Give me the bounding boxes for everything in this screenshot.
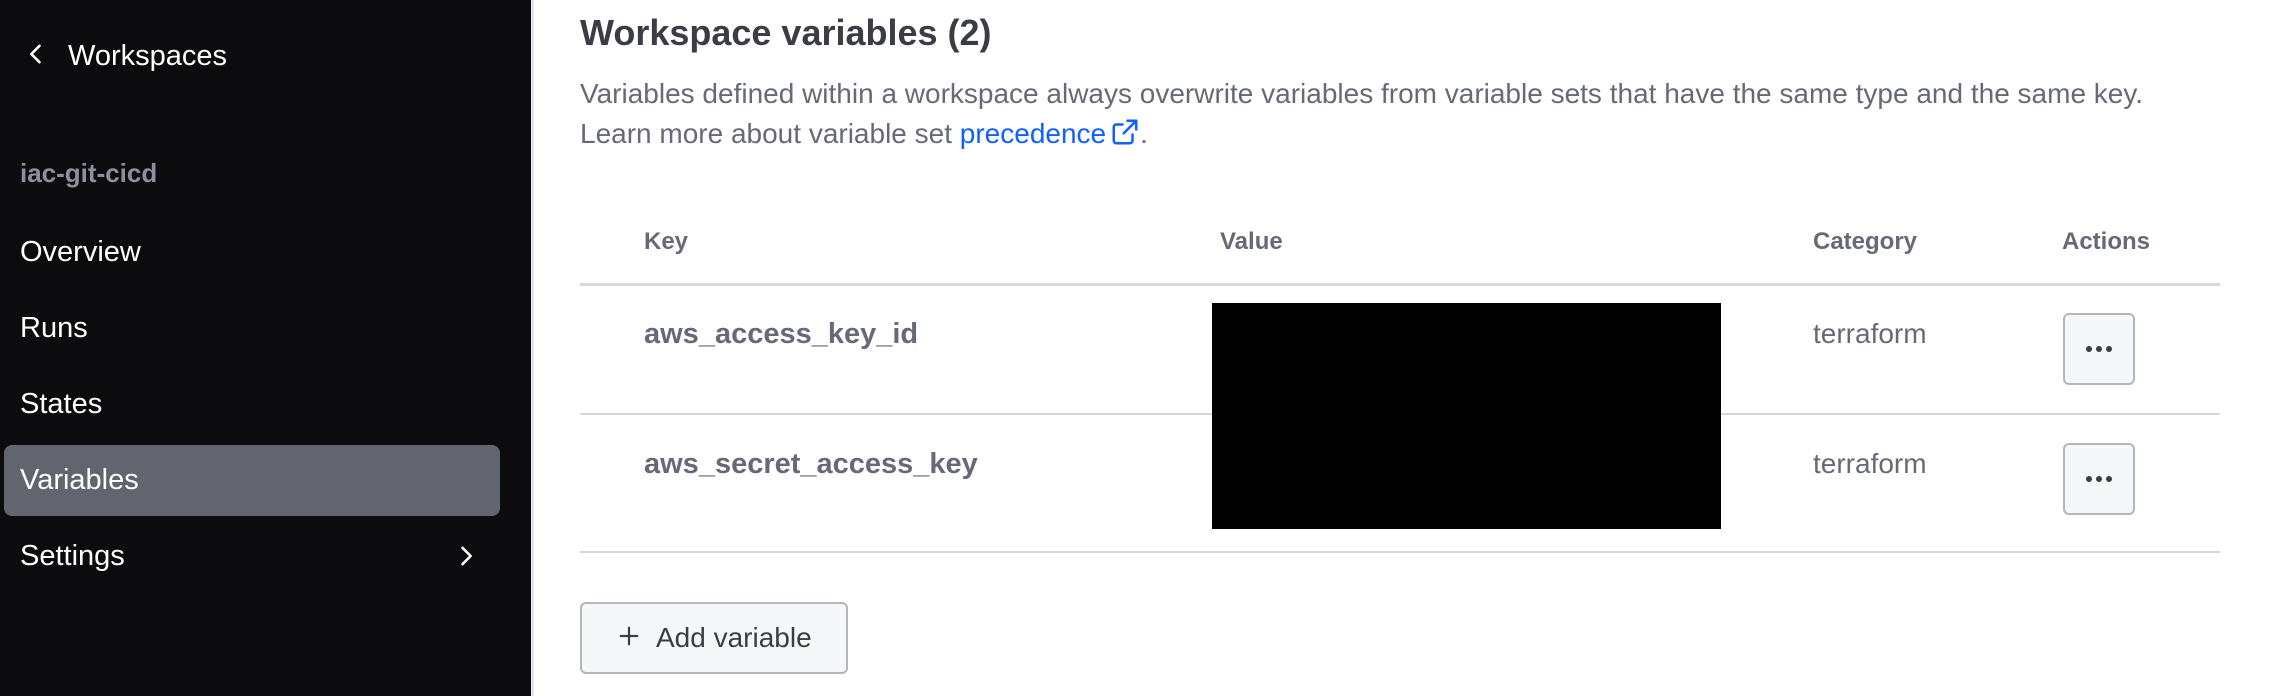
page-title: Workspace variables (2): [580, 12, 992, 53]
variable-key: aws_access_key_id: [644, 318, 919, 350]
more-horizontal-icon: [2085, 340, 2113, 358]
variable-category: terraform: [1813, 448, 1927, 479]
sidebar-divider: [531, 0, 534, 696]
sidebar: Workspaces iac-git-cicd Overview Runs St…: [0, 0, 531, 696]
workspace-name: iac-git-cicd: [20, 158, 158, 188]
sidebar-item-variables[interactable]: Variables: [4, 445, 500, 516]
precedence-link[interactable]: precedence: [960, 118, 1140, 149]
sidebar-item-runs[interactable]: Runs: [4, 293, 500, 364]
plus-icon: [618, 625, 640, 652]
table-bottom-divider: [580, 551, 2220, 553]
chevron-right-icon: [452, 542, 480, 570]
variable-key: aws_secret_access_key: [644, 448, 978, 480]
description-suffix: .: [1140, 118, 1148, 149]
more-horizontal-icon: [2085, 470, 2113, 488]
back-to-workspaces-link[interactable]: Workspaces: [22, 34, 227, 78]
column-header-key: Key: [644, 228, 689, 255]
add-variable-button[interactable]: Add variable: [580, 602, 848, 674]
page-description: Variables defined within a workspace alw…: [580, 74, 2260, 154]
sidebar-item-label: States: [20, 388, 103, 420]
redacted-values-block: [1212, 303, 1721, 529]
sidebar-item-settings[interactable]: Settings: [4, 521, 500, 592]
sidebar-item-overview[interactable]: Overview: [4, 217, 500, 288]
row-actions-button[interactable]: [2063, 313, 2135, 385]
chevron-left-icon: [22, 40, 50, 73]
sidebar-item-label: Variables: [20, 464, 139, 496]
sidebar-item-label: Settings: [20, 540, 125, 572]
precedence-link-label: precedence: [959, 118, 1107, 149]
back-link-label: Workspaces: [68, 39, 228, 72]
column-header-value: Value: [1220, 228, 1283, 255]
sidebar-item-label: Overview: [20, 236, 141, 268]
column-header-actions: Actions: [2062, 228, 2151, 255]
column-header-category: Category: [1813, 228, 1918, 255]
row-actions-button[interactable]: [2063, 443, 2135, 515]
description-line-2: Learn more about variable set: [580, 118, 960, 149]
external-link-icon: [1106, 118, 1140, 149]
add-variable-label: Add variable: [656, 622, 812, 653]
sidebar-item-label: Runs: [20, 312, 88, 344]
sidebar-item-states[interactable]: States: [4, 369, 500, 440]
description-line-1: Variables defined within a workspace alw…: [580, 78, 2144, 109]
variable-category: terraform: [1813, 318, 1927, 349]
table-header-divider: [580, 283, 2220, 286]
